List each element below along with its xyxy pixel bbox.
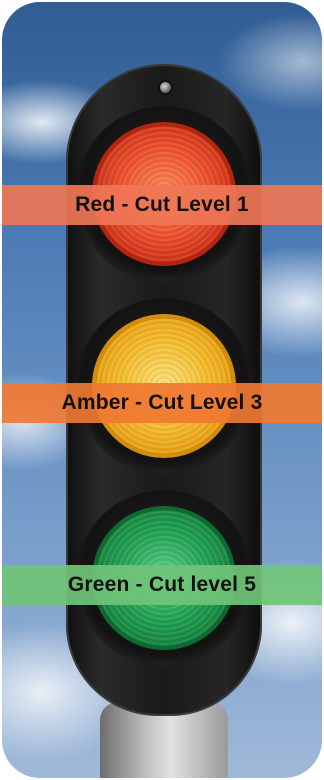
red-cut-level-label: Red - Cut Level 1	[2, 185, 322, 225]
amber-cut-level-label: Amber - Cut Level 3	[2, 383, 322, 423]
green-cut-level-label: Green - Cut level 5	[2, 565, 322, 605]
camera-icon	[160, 82, 171, 93]
